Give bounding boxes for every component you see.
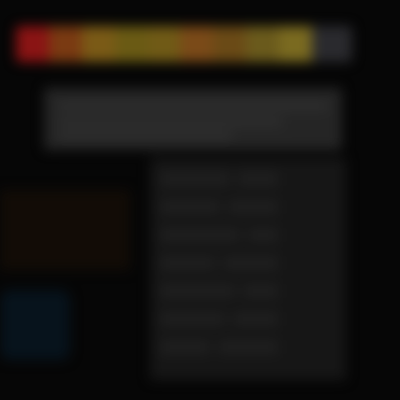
color-swatch-strip (16, 26, 352, 62)
panel-cell (160, 172, 230, 186)
color-swatch-8[interactable] (246, 26, 280, 62)
panel-cell (243, 284, 278, 298)
header-banner (44, 88, 342, 150)
color-swatch-2[interactable] (48, 26, 82, 62)
content-panel (150, 158, 346, 380)
panel-cell (233, 312, 278, 326)
panel-cell (218, 340, 278, 354)
color-swatch-4[interactable] (114, 26, 148, 62)
banner-line (58, 118, 282, 126)
panel-cell (160, 200, 220, 214)
color-swatch-6[interactable] (180, 26, 214, 62)
panel-row (160, 200, 336, 214)
color-swatch-9[interactable] (279, 26, 313, 62)
panel-row (160, 312, 336, 326)
screen (0, 0, 400, 400)
color-swatch-1[interactable] (16, 26, 49, 62)
panel-row (160, 172, 336, 186)
color-swatch-end[interactable] (312, 26, 352, 62)
blurred-content (0, 0, 400, 400)
panel-row (160, 340, 336, 354)
panel-cell (223, 256, 278, 270)
panel-row (160, 256, 336, 270)
color-swatch-7[interactable] (213, 26, 247, 62)
sidebar-region (0, 190, 130, 270)
banner-line (58, 132, 232, 140)
panel-cell (238, 172, 278, 186)
color-swatch-5[interactable] (147, 26, 181, 62)
panel-cell (160, 312, 225, 326)
panel-cell (160, 228, 240, 242)
panel-cell (160, 340, 210, 354)
panel-row (160, 284, 336, 298)
panel-row (160, 228, 336, 242)
panel-cell (160, 284, 235, 298)
banner-line (58, 102, 328, 110)
panel-cell (160, 256, 215, 270)
panel-cell (228, 200, 278, 214)
color-swatch-3[interactable] (81, 26, 115, 62)
sidebar-region (0, 290, 70, 360)
panel-cell (248, 228, 278, 242)
